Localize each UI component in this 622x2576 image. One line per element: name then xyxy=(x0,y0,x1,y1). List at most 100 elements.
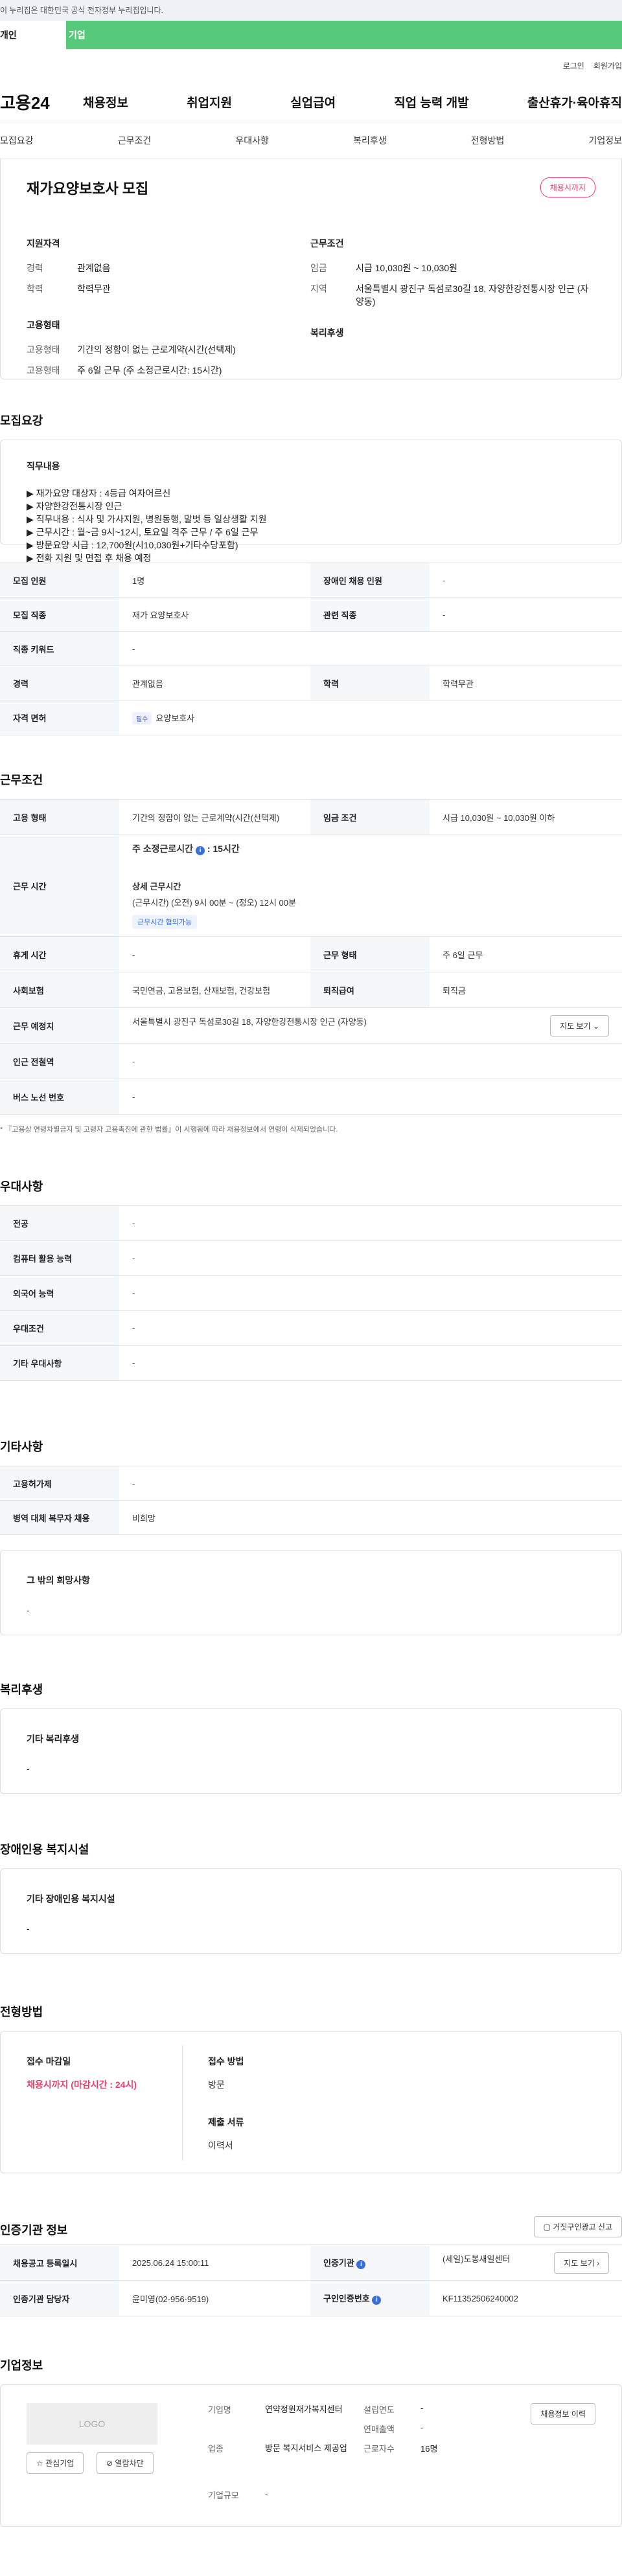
desc-line: ▶ 자양한강전통시장 인근 xyxy=(27,501,122,511)
value: KF11352506240002 xyxy=(430,2280,622,2316)
table-row: 모집 직종 재가 요양보호사 관련 직종 - xyxy=(0,597,622,632)
value: 학력무관 xyxy=(430,666,622,700)
value: - xyxy=(420,2423,424,2432)
table-row: 근무 시간 주 소정근로시간 i : 15시간 상세 근무시간 (근무시간) (… xyxy=(0,834,622,937)
table-row: 근무 예정지 서울특별시 광진구 독섬로30길 18, 자양한강전통시장 인근 (… xyxy=(0,1007,622,1044)
section-title-work: 근무조건 xyxy=(0,774,43,787)
block-view-button[interactable]: ⊘ 열람차단 xyxy=(97,2452,154,2474)
value: - xyxy=(119,1275,622,1311)
join-link[interactable]: 회원가입 xyxy=(593,60,622,71)
label: 기타 우대사항 xyxy=(0,1345,119,1381)
tab-company[interactable]: 기업정보 xyxy=(588,134,622,147)
label: 근무 시간 xyxy=(0,834,119,937)
site-logo[interactable]: 고용24 xyxy=(0,90,83,114)
desc-line: ▶ 직무내용 : 식사 및 가사지원, 병원동행, 말벗 등 일상생활 지원 xyxy=(27,514,267,524)
info-icon[interactable]: i xyxy=(372,2296,382,2305)
value: - xyxy=(119,1205,622,1241)
label: 학력 xyxy=(310,666,430,700)
label: 고용 형태 xyxy=(0,799,119,835)
detail-hours-heading: 상세 근무시간 xyxy=(132,882,181,891)
value: 윤미영(02-956-9519) xyxy=(119,2280,310,2316)
desc-line: ▶ 재가요양 대상자 : 4등급 여자어르신 xyxy=(27,488,171,498)
table-row: 채용공고 등록일시 2025.06.24 15:00:11 인증기관 i (세일)도봉… xyxy=(0,2245,622,2281)
job-description-box: 직무내용 ▶ 재가요양 대상자 : 4등급 여자어르신 ▶ 자양한강전통시장 인… xyxy=(0,440,622,563)
tab-preference[interactable]: 우대사항 xyxy=(235,134,269,147)
value: - xyxy=(119,1310,622,1346)
table-row: 외국어 능력 - xyxy=(0,1275,622,1311)
label: 휴게 시간 xyxy=(0,936,119,972)
value: 학력무관 xyxy=(77,284,111,294)
value: - xyxy=(119,1079,622,1115)
value: - xyxy=(119,631,622,666)
qualification-heading: 지원자격 xyxy=(27,238,60,249)
label: 고용허가제 xyxy=(0,1466,119,1501)
tab-person[interactable]: 개인 xyxy=(0,21,66,49)
table-row: 인근 전철역 - xyxy=(0,1043,622,1079)
label: 임금 조건 xyxy=(310,799,430,835)
table-row: 고용허가제 - xyxy=(0,1466,622,1501)
value: 서울특별시 광진구 독섬로30길 18, 자양한강전통시장 인근 (자양동) xyxy=(132,1016,367,1027)
value: - xyxy=(119,1466,622,1501)
label: 병역 대체 복무자 채용 xyxy=(0,1500,119,1535)
label: 고용형태 xyxy=(27,365,60,375)
label: 지역 xyxy=(310,284,327,294)
label: 전공 xyxy=(0,1205,119,1241)
deadline-heading: 접수 마감일 xyxy=(27,2056,71,2066)
job-history-button[interactable]: 채용정보 이력 xyxy=(531,2403,595,2425)
tab-welfare[interactable]: 복리후생 xyxy=(353,134,387,147)
report-fake-ad-button[interactable]: ▢ 거짓구인광고 신고 xyxy=(533,2216,622,2237)
employment-heading: 고용형태 xyxy=(27,320,60,330)
gov-notice-bar: 이 누리집은 대한민국 공식 전자정부 누리집입니다. xyxy=(0,0,622,21)
label: 인근 전철역 xyxy=(0,1043,119,1079)
label: 외국어 능력 xyxy=(0,1275,119,1311)
table-row: 자격 면허 필수 요양보호사 xyxy=(0,700,622,735)
label: 설립연도 xyxy=(363,2405,395,2415)
gnb-item-unemployment-benefit[interactable]: 실업급여 xyxy=(290,93,336,111)
label: 업종 xyxy=(208,2444,224,2454)
label: 근무 형태 xyxy=(310,936,430,972)
disability-facility-heading: 기타 장애인용 복지시설 xyxy=(27,1894,115,1904)
label: 자격 면허 xyxy=(0,700,119,735)
condition-heading: 근무조건 xyxy=(310,238,344,249)
gnb-item-parental-leave[interactable]: 출산휴가·육아휴직 xyxy=(527,93,622,111)
tab-company[interactable]: 기업 xyxy=(66,21,622,49)
label: 연매출액 xyxy=(363,2425,395,2434)
value: 기간의 정함이 없는 근로계약(시간(선택제) xyxy=(119,799,310,835)
gnb-item-jobs[interactable]: 채용정보 xyxy=(83,93,128,111)
table-row: 전공 - xyxy=(0,1205,622,1241)
job-title: 재가요양보호사 모집 xyxy=(27,181,149,197)
value: 재가 요양보호사 xyxy=(119,597,310,632)
info-icon[interactable]: i xyxy=(356,2260,366,2269)
table-row: 우대조건 - xyxy=(0,1310,622,1346)
tab-recruit[interactable]: 모집요강 xyxy=(0,134,34,147)
method-value: 방문 xyxy=(208,2079,225,2090)
docs-value: 이력서 xyxy=(208,2140,233,2151)
process-box: 접수 마감일 채용시까지 (마감시간 : 24시) 접수 방법 방문 제출 서류… xyxy=(0,2031,622,2173)
login-link[interactable]: 로그인 xyxy=(563,60,584,71)
license-cell: 필수 요양보호사 xyxy=(119,700,622,735)
value: 관계없음 xyxy=(77,263,111,273)
tab-work[interactable]: 근무조건 xyxy=(118,134,152,147)
work-table: 고용 형태 기간의 정함이 없는 근로계약(시간(선택제) 임금 조건 시급 10,0… xyxy=(0,799,622,1115)
value: 퇴직금 xyxy=(430,972,622,1008)
info-icon[interactable]: i xyxy=(195,846,205,855)
label: 채용공고 등록일시 xyxy=(0,2245,119,2281)
label: 기업규모 xyxy=(208,2491,239,2500)
table-row: 고용 형태 기간의 정함이 없는 근로계약(시간(선택제) 임금 조건 시급 10,0… xyxy=(0,799,622,835)
tab-process[interactable]: 전형방법 xyxy=(471,134,505,147)
label: 컴퓨터 활용 능력 xyxy=(0,1240,119,1276)
interest-company-button[interactable]: ☆ 관심기업 xyxy=(27,2452,84,2474)
welfare-heading: 복리후생 xyxy=(310,328,344,338)
value: 주 6일 근무 xyxy=(430,936,622,972)
label: 퇴직급여 xyxy=(310,972,430,1008)
job-description-heading: 직무내용 xyxy=(27,461,60,471)
negotiable-tag: 근무시간 협의가능 xyxy=(132,915,198,929)
gnb-item-employment-support[interactable]: 취업지원 xyxy=(187,93,232,111)
map-view-button[interactable]: 지도 보기 ⌄ xyxy=(550,1014,609,1036)
gnb-item-job-training[interactable]: 직업 능력 개발 xyxy=(394,93,468,111)
table-row: 기타 우대사항 - xyxy=(0,1345,622,1381)
disability-facility-value: - xyxy=(27,1923,30,1934)
desc-line: ▶ 근무시간 : 월~금 9시~12시, 토요일 격주 근무 / 주 6일 근무 xyxy=(27,527,259,537)
agency-map-button[interactable]: 지도 보기 › xyxy=(554,2252,609,2274)
section-title-disability-facility: 장애인용 복지시설 xyxy=(0,1843,89,1856)
